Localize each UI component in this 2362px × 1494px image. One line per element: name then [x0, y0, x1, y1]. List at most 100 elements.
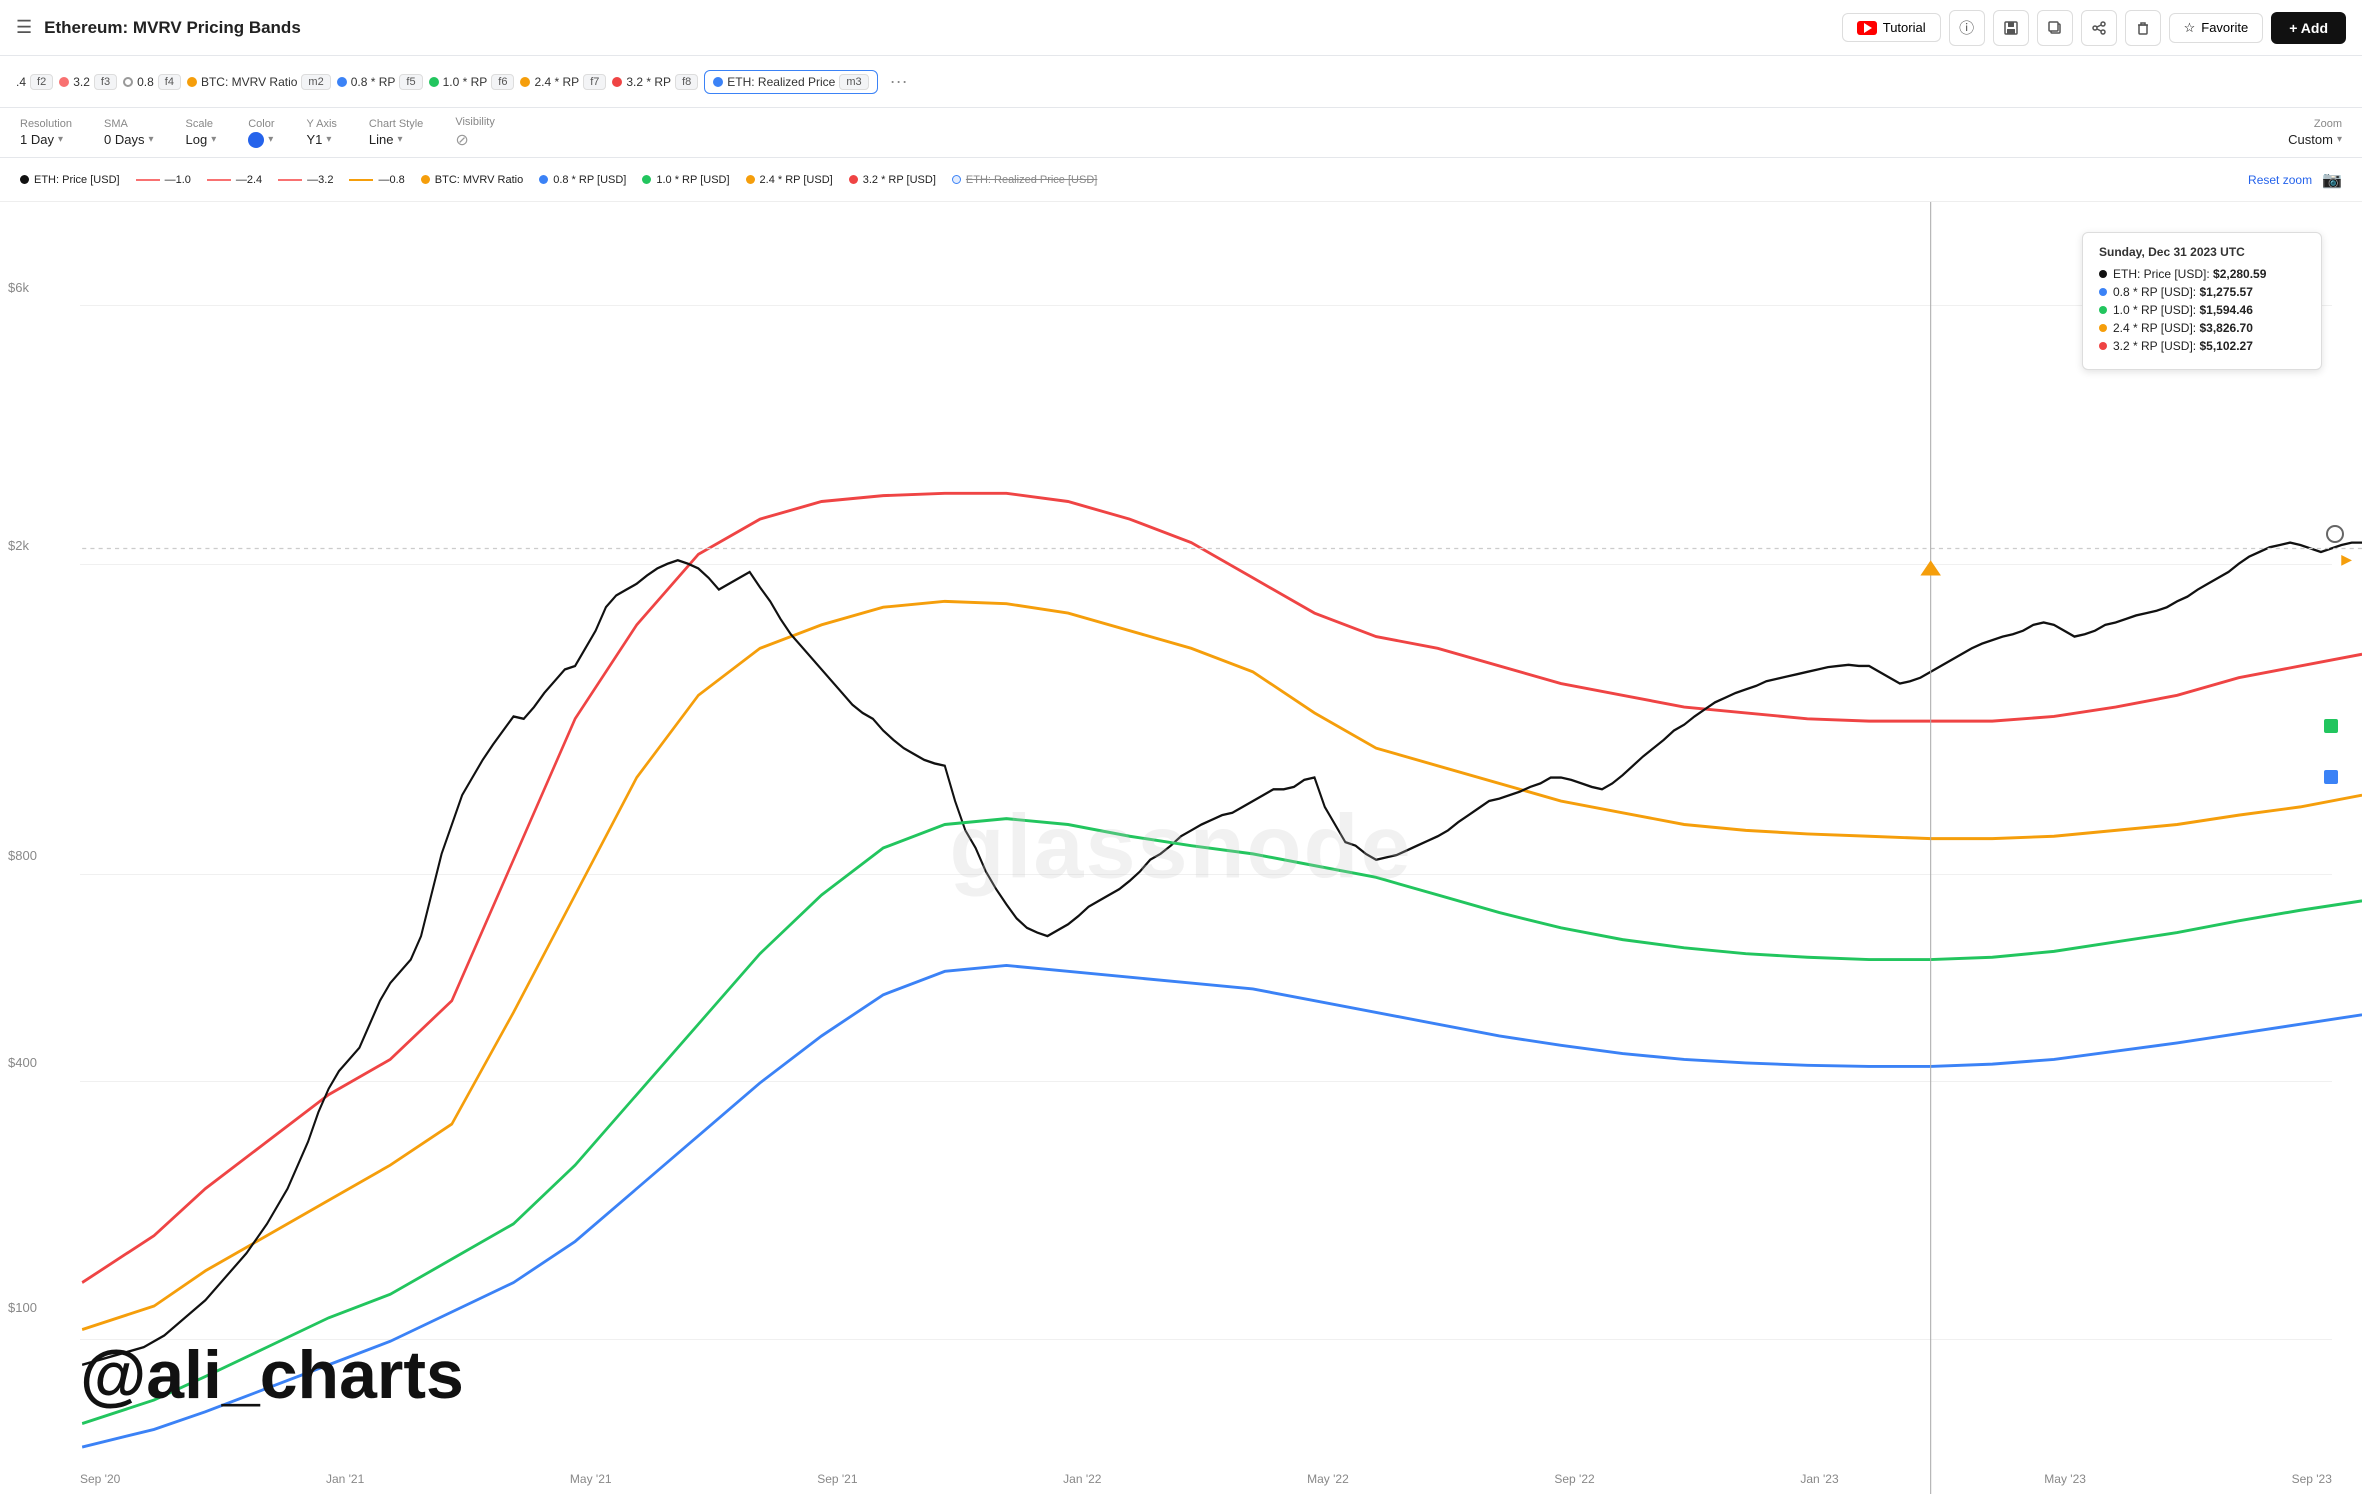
yaxis-chevron: ▾ [326, 134, 331, 145]
tooltip-dot-10rp [2099, 306, 2107, 314]
series-item-f6[interactable]: 1.0 * RP f6 [429, 74, 515, 90]
series-dot-m3 [713, 77, 723, 87]
color-chevron: ▾ [268, 134, 273, 145]
tooltip-title: Sunday, Dec 31 2023 UTC [2099, 245, 2305, 259]
legend-08rp: 0.8 * RP [USD] [539, 174, 626, 186]
price-indicator-green [2324, 719, 2338, 733]
youtube-icon [1857, 21, 1877, 35]
tutorial-button[interactable]: Tutorial [1842, 13, 1941, 42]
series-item-f5[interactable]: 0.8 * RP f5 [337, 74, 423, 90]
series-item-f7[interactable]: 2.4 * RP f7 [520, 74, 606, 90]
series-item-f2[interactable]: .4 f2 [16, 74, 53, 90]
menu-icon[interactable]: ☰ [16, 17, 32, 38]
legend-08: —0.8 [349, 174, 404, 186]
tooltip-dot-32rp [2099, 342, 2107, 350]
series-item-f8[interactable]: 3.2 * RP f8 [612, 74, 698, 90]
sma-select[interactable]: 0 Days ▾ [104, 132, 154, 147]
scale-control: Scale Log ▾ [185, 118, 216, 147]
legend-bar: ETH: Price [USD] —1.0 —2.4 —3.2 —0.8 BTC… [0, 158, 2362, 202]
legend-dot-24rp [746, 175, 755, 184]
sma-label: SMA [104, 118, 154, 130]
legend-line-08 [349, 179, 373, 181]
series-dot-f7 [520, 77, 530, 87]
sma-control: SMA 0 Days ▾ [104, 118, 154, 147]
controls-bar: Resolution 1 Day ▾ SMA 0 Days ▾ Scale Lo… [0, 108, 2362, 158]
scale-chevron: ▾ [211, 134, 216, 145]
chart-area[interactable]: $6k $2k $800 $400 $100 glassnode @ali_ch… [0, 202, 2362, 1494]
camera-icon[interactable]: 📷 [2322, 170, 2342, 190]
line-24rp [82, 601, 2362, 1329]
triangle-indicator: ▶ [2341, 551, 2352, 568]
chart-tooltip: Sunday, Dec 31 2023 UTC ETH: Price [USD]… [2082, 232, 2322, 370]
price-indicator-eth [2326, 525, 2344, 543]
series-dot-f3 [59, 77, 69, 87]
zoom-control: Zoom Custom ▾ [2288, 118, 2342, 147]
chart-style-control: Chart Style Line ▾ [369, 118, 423, 147]
reset-zoom-button[interactable]: Reset zoom [2248, 173, 2312, 187]
series-item-f4[interactable]: 0.8 f4 [123, 74, 181, 90]
line-32rp [82, 493, 2362, 1282]
tooltip-row-32rp: 3.2 * RP [USD]: $5,102.27 [2099, 339, 2305, 353]
crosshair-triangle [1920, 560, 1941, 575]
legend-32rp: 3.2 * RP [USD] [849, 174, 936, 186]
tooltip-row-eth: ETH: Price [USD]: $2,280.59 [2099, 267, 2305, 281]
series-item-f3[interactable]: 3.2 f3 [59, 74, 117, 90]
legend-dot-eth [20, 175, 29, 184]
resolution-label: Resolution [20, 118, 72, 130]
series-item-m2[interactable]: BTC: MVRV Ratio m2 [187, 74, 331, 90]
star-icon: ☆ [2184, 20, 2196, 36]
favorite-button[interactable]: ☆ Favorite [2169, 13, 2264, 43]
sma-chevron: ▾ [148, 134, 153, 145]
page-title: Ethereum: MVRV Pricing Bands [44, 18, 1830, 38]
info-button[interactable]: ⓘ [1949, 10, 1985, 46]
line-10rp [82, 819, 2362, 1424]
series-bar: .4 f2 3.2 f3 0.8 f4 BTC: MVRV Ratio m2 0… [0, 56, 2362, 108]
tooltip-row-24rp: 2.4 * RP [USD]: $3,826.70 [2099, 321, 2305, 335]
legend-dot-32rp [849, 175, 858, 184]
resolution-select[interactable]: 1 Day ▾ [20, 132, 72, 147]
legend-10rp: 1.0 * RP [USD] [642, 174, 729, 186]
favorite-label: Favorite [2201, 20, 2248, 35]
series-dot-m2 [187, 77, 197, 87]
resolution-control: Resolution 1 Day ▾ [20, 118, 72, 147]
legend-btc-mvrv: BTC: MVRV Ratio [421, 174, 523, 186]
scale-select[interactable]: Log ▾ [185, 132, 216, 147]
add-label: + Add [2289, 20, 2328, 36]
color-select[interactable]: ▾ [248, 132, 274, 148]
yaxis-select[interactable]: Y1 ▾ [307, 132, 337, 147]
yaxis-control: Y Axis Y1 ▾ [307, 118, 337, 147]
tooltip-dot-24rp [2099, 324, 2107, 332]
zoom-label: Zoom [2314, 118, 2342, 130]
save-button[interactable] [1993, 10, 2029, 46]
yaxis-label: Y Axis [307, 118, 337, 130]
resolution-chevron: ▾ [58, 134, 63, 145]
color-control: Color ▾ [248, 118, 274, 148]
zoom-select[interactable]: Custom ▾ [2288, 132, 2342, 147]
chart-style-select[interactable]: Line ▾ [369, 132, 423, 147]
tooltip-row-10rp: 1.0 * RP [USD]: $1,594.46 [2099, 303, 2305, 317]
series-dot-f4 [123, 77, 133, 87]
copy-button[interactable] [2037, 10, 2073, 46]
legend-actions: Reset zoom 📷 [2248, 170, 2342, 190]
legend-dot-btc [421, 175, 430, 184]
top-bar: ☰ Ethereum: MVRV Pricing Bands Tutorial … [0, 0, 2362, 56]
legend-10: —1.0 [136, 174, 191, 186]
color-swatch[interactable] [248, 132, 264, 148]
more-series-icon[interactable]: ··· [884, 71, 914, 92]
series-item-m3[interactable]: ETH: Realized Price m3 [704, 70, 877, 94]
share-button[interactable] [2081, 10, 2117, 46]
legend-eth-price: ETH: Price [USD] [20, 174, 120, 186]
visibility-select[interactable]: ⊘ [455, 130, 495, 150]
legend-32: —3.2 [278, 174, 333, 186]
top-actions: Tutorial ⓘ ☆ Favorite + Add [1842, 10, 2346, 46]
scale-label: Scale [185, 118, 216, 130]
tutorial-label: Tutorial [1883, 20, 1926, 35]
legend-dot-eth-realized [952, 175, 961, 184]
add-button[interactable]: + Add [2271, 12, 2346, 44]
legend-eth-realized: ETH: Realized Price [USD] [952, 174, 1097, 186]
tooltip-row-08rp: 0.8 * RP [USD]: $1,275.57 [2099, 285, 2305, 299]
legend-line-32 [278, 179, 302, 181]
series-dot-f5 [337, 77, 347, 87]
legend-dot-10rp [642, 175, 651, 184]
delete-button[interactable] [2125, 10, 2161, 46]
